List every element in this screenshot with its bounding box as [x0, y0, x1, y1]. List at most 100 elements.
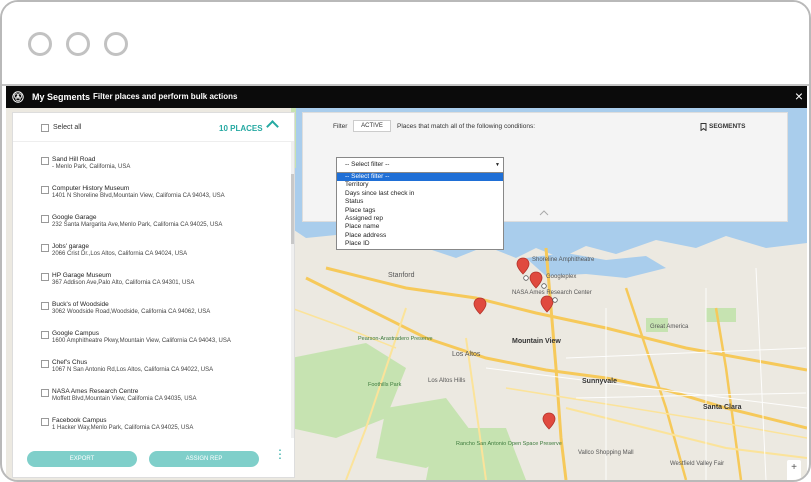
select-all-label: Select all: [53, 124, 82, 131]
map-label-vallco: Vallco Shopping Mall: [578, 450, 634, 456]
filter-select-value: -- Select filter --: [345, 161, 390, 168]
item-address: 232 Santa Margarita Ave,Menlo Park, Cali…: [52, 222, 223, 228]
filter-option[interactable]: Days since last check in: [337, 190, 503, 198]
window-dot-3[interactable]: [104, 32, 128, 56]
item-name: Chef's Chus: [52, 359, 88, 366]
item-checkbox[interactable]: [41, 215, 49, 223]
item-name: Jobs' garage: [52, 243, 90, 250]
item-checkbox[interactable]: [41, 244, 49, 252]
panel-header: Select all 10 PLACES: [13, 113, 294, 142]
top-bar: My Segments Filter places and perform bu…: [6, 86, 807, 108]
map-label-great-america: Great America: [650, 324, 689, 330]
filter-option[interactable]: Status: [337, 198, 503, 206]
filter-option[interactable]: Place tags: [337, 207, 503, 215]
item-checkbox[interactable]: [41, 157, 49, 165]
select-all-checkbox[interactable]: [41, 124, 49, 132]
map-label-googleplex: Googleplex: [546, 274, 576, 280]
item-checkbox[interactable]: [41, 186, 49, 194]
list-scrollbar[interactable]: [291, 142, 294, 438]
segments-link[interactable]: SEGMENTS: [709, 123, 745, 130]
filter-option[interactable]: Territory: [337, 181, 503, 189]
item-checkbox[interactable]: [41, 418, 49, 426]
app-title: My Segments: [32, 92, 91, 102]
filter-label: Filter: [333, 123, 348, 130]
item-address: - Menlo Park, California, USA: [52, 164, 131, 170]
item-checkbox[interactable]: [41, 273, 49, 281]
item-address: 3062 Woodside Road,Woodside, California …: [52, 309, 211, 315]
assign-rep-button[interactable]: ASSIGN REP: [149, 451, 259, 467]
item-checkbox[interactable]: [41, 360, 49, 368]
map-label-rancho: Rancho San Antonio Open Space Preserve: [456, 441, 562, 447]
item-name: Google Garage: [52, 214, 97, 221]
filter-option[interactable]: Place address: [337, 232, 503, 240]
map-label-santa-clara: Santa Clara: [703, 404, 742, 411]
item-address: 2066 Crist Dr.,Los Altos, California CA …: [52, 251, 188, 257]
map-label-mountain-view: Mountain View: [512, 338, 561, 345]
item-name: Google Campus: [52, 330, 99, 337]
map-label-los-altos-hills: Los Altos Hills: [428, 378, 465, 384]
item-name: Sand Hill Road: [52, 156, 96, 163]
map-label-westfield: Westfield Valley Fair: [670, 461, 724, 467]
item-address: 1067 N San Antonio Rd,Los Altos, Califor…: [52, 367, 214, 373]
item-name: Buck's of Woodside: [52, 301, 109, 308]
zoom-out-button[interactable]: −: [787, 475, 801, 480]
places-count: 10 PLACES: [219, 124, 263, 133]
map-label-shoreline: Shoreline Amphitheatre: [532, 257, 595, 263]
filter-dropdown[interactable]: -- Select filter -- Territory Days since…: [336, 172, 504, 250]
item-checkbox[interactable]: [41, 389, 49, 397]
map-label-stanford: Stanford: [388, 272, 415, 279]
places-panel: Select all 10 PLACES Sand Hill Road - Me…: [12, 112, 295, 478]
status-select[interactable]: ACTIVE: [353, 120, 391, 132]
item-name: Computer History Museum: [52, 185, 130, 192]
zoom-control: + −: [787, 460, 801, 480]
list-item[interactable]: Google Campus 1600 Amphitheatre Pkwy,Mou…: [13, 328, 291, 357]
item-name: NASA Ames Research Centre: [52, 388, 139, 395]
browser-frame: My Segments Filter places and perform bu…: [0, 0, 811, 482]
places-list[interactable]: Sand Hill Road - Menlo Park, California,…: [13, 142, 291, 438]
list-item[interactable]: Google Garage 232 Santa Margarita Ave,Me…: [13, 212, 291, 241]
list-item[interactable]: HP Garage Museum 367 Addison Ave,Palo Al…: [13, 270, 291, 299]
map-label-los-altos: Los Altos: [452, 351, 481, 358]
list-item[interactable]: NASA Ames Research Centre Moffett Blvd,M…: [13, 386, 291, 415]
filter-select[interactable]: -- Select filter -- ▼: [336, 157, 504, 173]
item-address: 367 Addison Ave,Palo Alto, California CA…: [52, 280, 195, 286]
item-address: 1600 Amphitheatre Pkwy,Mountain View, Ca…: [52, 338, 231, 344]
filter-option[interactable]: Place name: [337, 223, 503, 231]
map-label-nasa: NASA Ames Research Center: [512, 290, 592, 296]
zoom-in-button[interactable]: +: [787, 460, 801, 475]
chevron-up-icon[interactable]: [539, 210, 549, 216]
list-item[interactable]: Chef's Chus 1067 N San Antonio Rd,Los Al…: [13, 357, 291, 386]
scrollbar-thumb[interactable]: [291, 174, 294, 244]
window-chrome: [2, 2, 809, 86]
more-options-icon[interactable]: ⋮: [274, 448, 286, 466]
app-area: My Segments Filter places and perform bu…: [6, 86, 807, 480]
item-address: Moffett Blvd,Mountain View, California C…: [52, 396, 197, 402]
item-name: HP Garage Museum: [52, 272, 112, 279]
item-checkbox[interactable]: [41, 331, 49, 339]
export-button[interactable]: EXPORT: [27, 451, 137, 467]
list-item[interactable]: Jobs' garage 2066 Crist Dr.,Los Altos, C…: [13, 241, 291, 270]
item-address: 1401 N Shoreline Blvd,Mountain View, Cal…: [52, 193, 225, 199]
item-name: Facebook Campus: [52, 417, 107, 424]
conditions-text: Places that match all of the following c…: [397, 123, 536, 130]
filter-option[interactable]: -- Select filter --: [337, 173, 503, 182]
list-item[interactable]: Facebook Campus 1 Hacker Way,Menlo Park,…: [13, 415, 291, 438]
app-logo-icon: [12, 91, 24, 103]
map-label-foothills: Foothills Park: [368, 382, 402, 388]
app-subtitle: Filter places and perform bulk actions: [93, 92, 238, 101]
select-caret-icon: ▼: [495, 162, 500, 168]
map-label-sunnyvale: Sunnyvale: [582, 378, 617, 385]
window-dot-1[interactable]: [28, 32, 52, 56]
list-item[interactable]: Sand Hill Road - Menlo Park, California,…: [13, 154, 291, 183]
item-checkbox[interactable]: [41, 302, 49, 310]
collapse-icon[interactable]: [266, 120, 279, 133]
filter-option[interactable]: Assigned rep: [337, 215, 503, 223]
window-dot-2[interactable]: [66, 32, 90, 56]
filter-option[interactable]: Place ID: [337, 240, 503, 248]
list-item[interactable]: Computer History Museum 1401 N Shoreline…: [13, 183, 291, 212]
map-label-pearson: Pearson-Arastradero Preserve: [358, 336, 433, 342]
bookmark-icon[interactable]: [700, 123, 707, 131]
list-item[interactable]: Buck's of Woodside 3062 Woodside Road,Wo…: [13, 299, 291, 328]
item-address: 1 Hacker Way,Menlo Park, California CA 9…: [52, 425, 194, 431]
close-icon[interactable]: ×: [795, 89, 803, 103]
